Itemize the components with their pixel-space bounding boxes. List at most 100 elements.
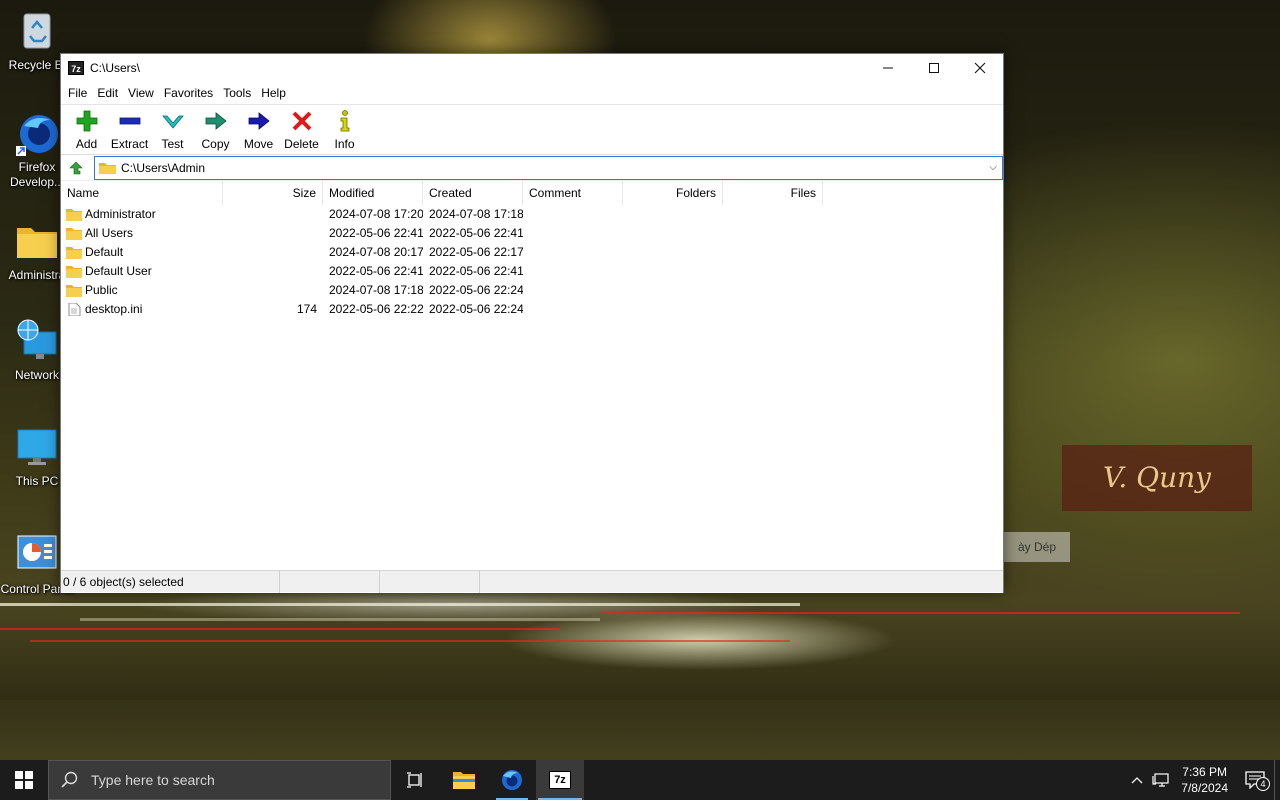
title-bar[interactable]: 7z C:\Users\ — [61, 54, 1003, 82]
network-tray-button[interactable] — [1149, 772, 1173, 788]
name-cell: Public — [61, 281, 223, 300]
column-header-modified[interactable]: Modified — [323, 180, 423, 205]
clock[interactable]: 7:36 PM 7/8/2024 — [1181, 764, 1228, 796]
maximize-button[interactable] — [911, 54, 957, 82]
light-streak — [30, 640, 790, 642]
firefox-developer-icon — [14, 110, 60, 156]
sevenzip-icon-text: 7z — [554, 774, 566, 786]
file-name: Default User — [85, 264, 152, 278]
up-folder-button[interactable] — [64, 157, 86, 179]
delete-icon — [292, 111, 311, 131]
address-row: C:\Users\Admin ⌵ — [61, 154, 1003, 180]
menu-file[interactable]: File — [63, 86, 92, 100]
folder-icon — [66, 285, 82, 297]
close-icon — [974, 62, 986, 74]
table-row[interactable]: Default User 2022-05-06 22:41 2022-05-06… — [61, 262, 1003, 281]
copy-button[interactable]: Copy — [194, 105, 237, 151]
start-button[interactable] — [0, 760, 48, 800]
firefox-developer-taskbar-button[interactable] — [488, 760, 536, 800]
windows-logo-icon — [15, 771, 33, 789]
modified-cell: 2022-05-06 22:41 — [329, 264, 423, 278]
column-header-comment[interactable]: Comment — [523, 180, 623, 205]
table-row[interactable]: Administrator 2024-07-08 17:20 2024-07-0… — [61, 205, 1003, 224]
task-view-button[interactable] — [392, 760, 440, 800]
notification-count-badge: 4 — [1256, 777, 1270, 791]
test-button[interactable]: Test — [151, 105, 194, 151]
move-button[interactable]: Move — [237, 105, 280, 151]
sevenzip-taskbar-button[interactable]: 7z — [536, 760, 584, 800]
table-row[interactable]: All Users 2022-05-06 22:41 2022-05-06 22… — [61, 224, 1003, 243]
extract-button[interactable]: Extract — [108, 105, 151, 151]
delete-label: Delete — [284, 137, 319, 151]
modified-cell: 2024-07-08 17:18 — [329, 283, 423, 297]
toolbar: Add Extract Test Copy Move Delete Info — [61, 104, 1003, 154]
file-name: desktop.ini — [85, 302, 143, 316]
file-name: Default — [85, 245, 124, 259]
search-icon — [61, 771, 78, 788]
created-cell: 2022-05-06 22:41 — [429, 226, 523, 240]
info-button[interactable]: Info — [323, 105, 366, 151]
control-panel-icon — [14, 532, 60, 578]
firefox-developer-icon — [502, 770, 522, 790]
copy-label: Copy — [201, 137, 230, 151]
created-cell: 2024-07-08 17:18 — [429, 207, 523, 221]
status-bar: 0 / 6 object(s) selected — [61, 570, 1003, 593]
light-streak — [0, 628, 560, 630]
test-icon — [161, 115, 184, 129]
add-icon — [76, 110, 97, 132]
menu-tools[interactable]: Tools — [218, 86, 256, 100]
created-cell: 2022-05-06 22:24 — [429, 302, 523, 316]
folder-icon — [66, 266, 82, 278]
clock-date: 7/8/2024 — [1181, 781, 1228, 795]
column-header-folders[interactable]: Folders — [623, 180, 723, 205]
status-section — [380, 571, 480, 593]
close-button[interactable] — [957, 54, 1003, 82]
column-header-name[interactable]: Name — [61, 180, 223, 205]
folder-icon — [66, 247, 82, 259]
move-label: Move — [243, 137, 274, 151]
file-name: All Users — [85, 226, 134, 240]
test-label: Test — [161, 137, 184, 151]
table-row[interactable]: Public 2024-07-08 17:18 2022-05-06 22:24 — [61, 281, 1003, 300]
modified-cell: 2022-05-06 22:22 — [329, 302, 423, 316]
menu-help[interactable]: Help — [256, 86, 291, 100]
name-cell: Default User — [61, 262, 223, 281]
chevron-down-icon[interactable]: ⌵ — [984, 162, 1002, 173]
system-tray: 7:36 PM 7/8/2024 4 — [1125, 760, 1280, 800]
menu-bar: File Edit View Favorites Tools Help — [61, 82, 1003, 104]
minimize-button[interactable] — [865, 54, 911, 82]
notification-center-button[interactable]: 4 — [1240, 771, 1270, 791]
folder-icon — [99, 162, 116, 174]
minimize-icon — [883, 67, 893, 69]
column-header-size[interactable]: Size — [223, 180, 323, 205]
menu-view[interactable]: View — [123, 86, 159, 100]
created-cell: 2022-05-06 22:24 — [429, 283, 523, 297]
move-icon — [248, 112, 270, 130]
column-header-files[interactable]: Files — [723, 180, 823, 205]
modified-cell: 2024-07-08 17:20 — [329, 207, 423, 221]
address-bar[interactable]: C:\Users\Admin ⌵ — [94, 155, 1003, 180]
monitor-icon — [14, 424, 60, 470]
chevron-up-icon — [1131, 777, 1143, 784]
column-header-created[interactable]: Created — [423, 180, 523, 205]
size-cell: 174 — [296, 302, 317, 316]
menu-favorites[interactable]: Favorites — [159, 86, 218, 100]
clock-time: 7:36 PM — [1182, 765, 1227, 779]
recycle-bin-icon — [14, 8, 60, 54]
table-row[interactable]: Default 2024-07-08 20:17 2022-05-06 22:1… — [61, 243, 1003, 262]
add-button[interactable]: Add — [65, 105, 108, 151]
address-path: C:\Users\Admin — [121, 160, 206, 175]
name-cell: Default — [61, 243, 223, 262]
light-streak — [0, 603, 800, 606]
show-hidden-icons-button[interactable] — [1125, 776, 1149, 784]
show-desktop-button[interactable] — [1274, 760, 1280, 800]
menu-edit[interactable]: Edit — [92, 86, 123, 100]
delete-button[interactable]: Delete — [280, 105, 323, 151]
table-row[interactable]: desktop.ini 174 2022-05-06 22:22 2022-05… — [61, 300, 1003, 319]
window-title: C:\Users\ — [90, 61, 141, 75]
file-explorer-taskbar-button[interactable] — [440, 760, 488, 800]
taskbar-search-box[interactable]: Type here to search — [48, 760, 391, 800]
file-list: Administrator 2024-07-08 17:20 2024-07-0… — [61, 204, 1003, 593]
add-label: Add — [75, 137, 98, 151]
search-placeholder: Type here to search — [91, 772, 215, 788]
